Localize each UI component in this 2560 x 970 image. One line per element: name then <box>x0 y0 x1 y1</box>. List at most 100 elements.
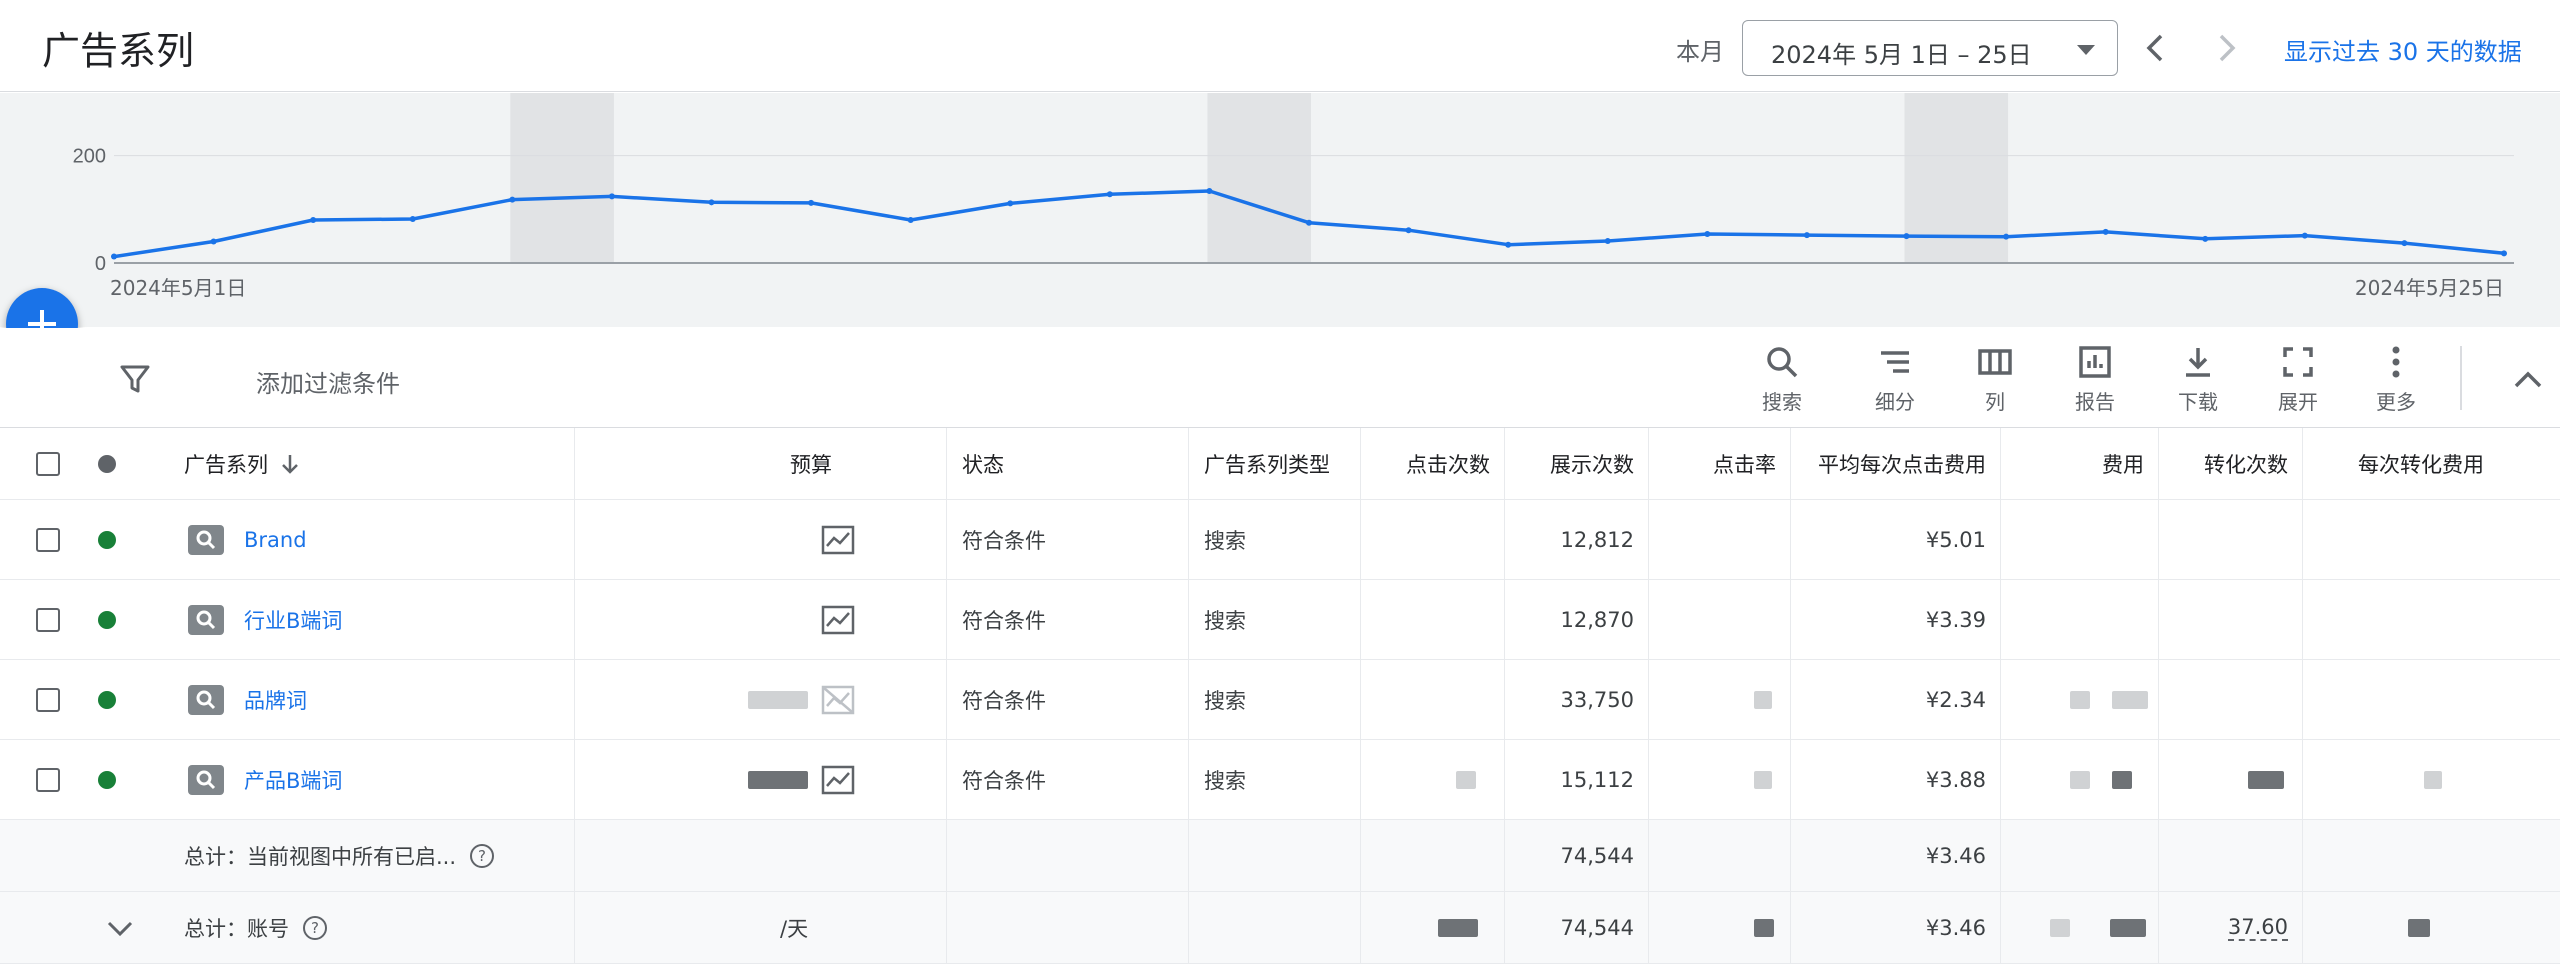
row-checkbox[interactable] <box>36 687 60 712</box>
tool-download-label: 下载 <box>2178 390 2218 414</box>
data-point <box>1405 227 1412 234</box>
col-header-status[interactable]: 状态 <box>962 428 1112 499</box>
budget-trend-icon[interactable] <box>820 764 856 796</box>
total-budget-value: /天 <box>780 916 809 941</box>
status-header-dot <box>98 454 116 473</box>
redacted-cost <box>2070 690 2090 709</box>
help-icon[interactable]: ? <box>303 915 327 940</box>
avg-cpc-value: ¥5.01 <box>1925 527 1986 552</box>
date-range-select[interactable]: 2024年 5月 1日 – 25日 <box>1742 20 2118 76</box>
prev-period-button[interactable] <box>2134 24 2178 72</box>
campaign-type-text: 搜索 <box>1204 768 1246 793</box>
tool-fullscreen[interactable]: 展开 <box>2258 340 2338 420</box>
data-point <box>808 199 815 206</box>
status-text: 符合条件 <box>962 528 1046 553</box>
impressions-value: 12,870 <box>1560 607 1634 632</box>
status-text: 符合条件 <box>962 768 1046 793</box>
impressions-value: 12,812 <box>1560 527 1634 552</box>
budget-trend-icon[interactable] <box>820 524 856 556</box>
col-header-conversions[interactable]: 转化次数 <box>2168 428 2288 499</box>
next-period-button[interactable] <box>2204 24 2248 72</box>
campaign-name-link[interactable]: Brand <box>244 528 307 552</box>
col-header-campaign-label: 广告系列 <box>184 452 268 477</box>
tool-segment-label: 细分 <box>1875 390 1915 414</box>
total-row-filtered: 总计：当前视图中所有已启... ? 74,544 ¥3.46 <box>0 820 2560 892</box>
table-row: 行业B端词 符合条件 搜索 12,870 ¥3.39 <box>0 580 2560 660</box>
data-point <box>1505 241 1512 248</box>
data-point <box>708 199 715 206</box>
tool-report-label: 报告 <box>2075 390 2115 414</box>
col-header-impressions[interactable]: 展示次数 <box>1514 428 1634 499</box>
row-checkbox[interactable] <box>36 767 60 792</box>
status-enabled-dot <box>98 610 116 629</box>
toolbar-divider <box>2460 346 2462 410</box>
data-point <box>608 193 615 200</box>
avg-cpc-value: ¥2.34 <box>1925 687 1986 712</box>
avg-cpc-value: ¥3.39 <box>1925 607 1986 632</box>
tool-more[interactable]: 更多 <box>2356 340 2436 420</box>
redacted-cost <box>2110 918 2146 937</box>
expand-chevron-down-icon[interactable] <box>104 916 136 940</box>
tool-report[interactable]: 报告 <box>2055 340 2135 420</box>
tool-segment[interactable]: 细分 <box>1855 340 1935 420</box>
col-header-budget[interactable]: 预算 <box>790 428 890 499</box>
y-tick-label: 200 <box>73 146 106 168</box>
table-toolbar: 添加过滤条件 搜索 细分 列 报告 下载 展开 更多 <box>0 328 2560 428</box>
tool-search[interactable]: 搜索 <box>1742 340 1822 420</box>
col-header-avg-cpc[interactable]: 平均每次点击费用 <box>1796 428 1986 499</box>
tool-columns-label: 列 <box>1985 390 2005 414</box>
redacted-budget <box>748 770 808 789</box>
add-filter-button[interactable]: 添加过滤条件 <box>256 364 400 399</box>
filter-icon[interactable] <box>118 362 152 396</box>
select-all-checkbox[interactable] <box>36 451 60 476</box>
help-icon[interactable]: ? <box>470 843 495 868</box>
col-header-type[interactable]: 广告系列类型 <box>1204 428 1364 499</box>
dropdown-caret-icon <box>2077 45 2095 55</box>
data-point <box>1803 232 1810 239</box>
impressions-value: 15,112 <box>1560 767 1634 792</box>
data-point <box>1604 237 1611 244</box>
redacted-ctr <box>1754 918 1774 937</box>
tool-search-label: 搜索 <box>1762 390 1802 414</box>
collapse-chevron-up-icon[interactable] <box>2508 362 2548 396</box>
columns-icon <box>1978 349 2012 375</box>
total-conversions-value[interactable]: 37.60 <box>2227 915 2288 941</box>
total-avg-cpc-value: ¥3.46 <box>1925 843 1986 868</box>
chevron-right-icon <box>2219 34 2236 62</box>
campaign-name-link[interactable]: 产品B端词 <box>244 765 342 795</box>
campaign-name-link[interactable]: 品牌词 <box>244 685 307 715</box>
weekend-band <box>1207 93 1311 263</box>
data-point <box>210 238 217 245</box>
status-enabled-dot <box>98 770 116 789</box>
col-header-campaign[interactable]: 广告系列 <box>184 428 504 499</box>
campaign-type-text: 搜索 <box>1204 608 1246 633</box>
tool-download[interactable]: 下载 <box>2158 340 2238 420</box>
data-point <box>2501 250 2507 257</box>
chevron-left-icon <box>2146 34 2163 62</box>
row-checkbox[interactable] <box>36 527 60 552</box>
col-header-ctr[interactable]: 点击率 <box>1658 428 1776 499</box>
col-header-cost-per-conv[interactable]: 每次转化费用 <box>2312 428 2484 499</box>
segment-icon <box>1881 351 1909 373</box>
tool-more-label: 更多 <box>2376 390 2416 414</box>
col-header-clicks[interactable]: 点击次数 <box>1370 428 1490 499</box>
col-header-cost[interactable]: 费用 <box>2010 428 2144 499</box>
total-row-label: 总计：当前视图中所有已启... <box>184 844 457 869</box>
line-chart: 200 02024年5月1日 2024年5月25日 <box>73 93 2514 300</box>
row-checkbox[interactable] <box>36 607 60 632</box>
search-campaign-icon <box>188 764 224 795</box>
fullscreen-icon <box>2283 347 2313 377</box>
table-header-row: 广告系列 预算 状态 广告系列类型 点击次数 展示次数 点击率 平均每次点击费用… <box>0 428 2560 500</box>
budget-trend-disabled-icon[interactable] <box>820 684 856 716</box>
campaign-name-link[interactable]: 行业B端词 <box>244 605 342 635</box>
status-enabled-dot <box>98 530 116 549</box>
redacted-ctr <box>1754 690 1772 709</box>
download-icon <box>2186 348 2210 377</box>
data-point <box>2102 228 2109 235</box>
show-last-30-days-link[interactable]: 显示过去 30 天的数据 <box>2284 32 2522 67</box>
budget-trend-icon[interactable] <box>820 604 856 636</box>
data-point <box>1007 200 1014 207</box>
data-point <box>2301 232 2308 239</box>
tool-columns[interactable]: 列 <box>1955 340 2035 420</box>
search-icon <box>1767 347 1798 378</box>
